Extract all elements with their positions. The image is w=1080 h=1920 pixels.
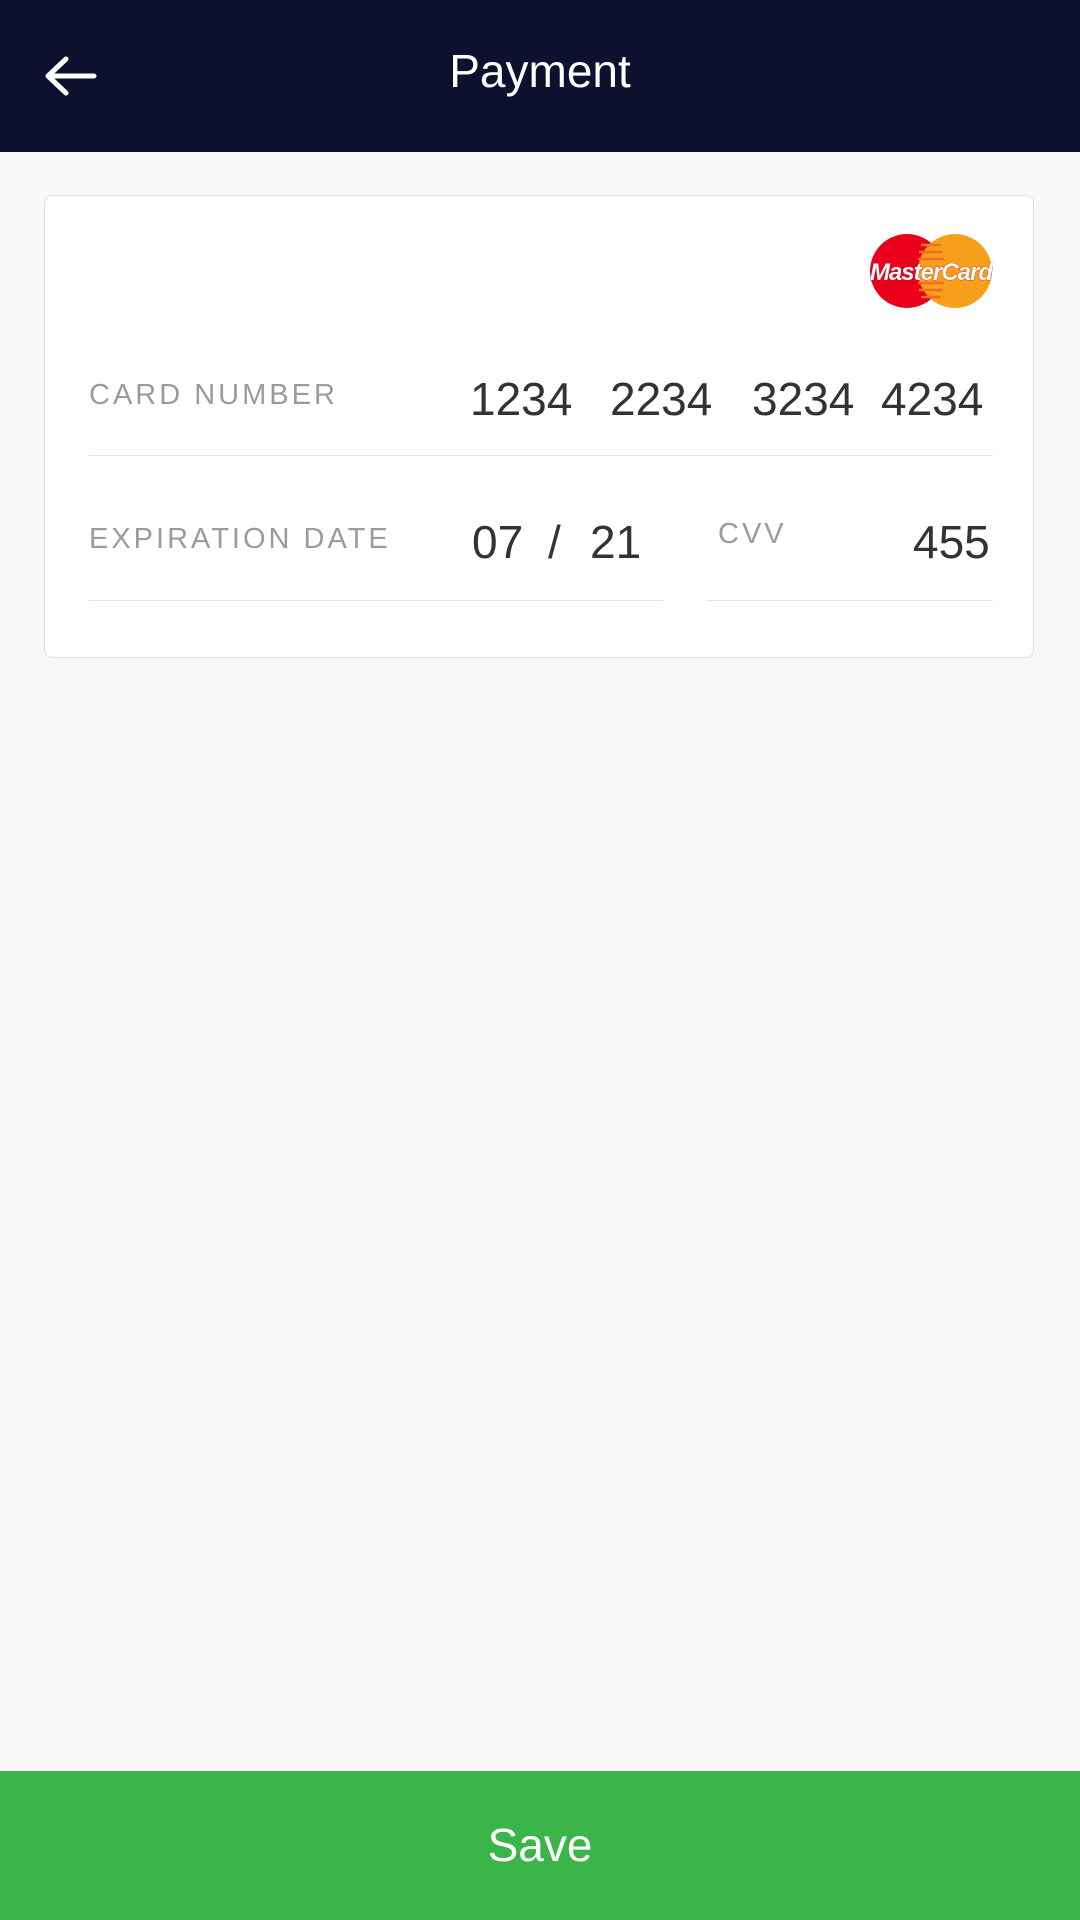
expiration-date-label: EXPIRATION DATE: [89, 523, 391, 555]
expiration-month-field[interactable]: 07: [472, 515, 523, 569]
expiration-separator: /: [548, 516, 561, 568]
mastercard-logo: MasterCard: [870, 234, 993, 308]
card-number-group-3[interactable]: 3234: [752, 372, 854, 426]
page-title: Payment: [449, 45, 631, 97]
cvv-divider: [706, 600, 993, 601]
card-number-group-1[interactable]: 1234: [470, 372, 572, 426]
cvv-label: CVV: [718, 518, 787, 550]
payment-card-form: MasterCard CARD NUMBER 1234 2234 3234 42…: [44, 195, 1034, 658]
card-number-group-2[interactable]: 2234: [610, 372, 712, 426]
svg-text:MasterCard: MasterCard: [870, 259, 993, 286]
card-number-divider: [89, 455, 993, 456]
cvv-field[interactable]: 455: [913, 515, 990, 569]
card-number-group-4[interactable]: 4234: [881, 372, 983, 426]
expiration-divider: [89, 600, 663, 601]
expiration-year-field[interactable]: 21: [590, 515, 641, 569]
top-app-bar: Payment: [0, 0, 1080, 152]
save-button[interactable]: Save: [0, 1771, 1080, 1920]
card-number-label: CARD NUMBER: [89, 379, 338, 411]
